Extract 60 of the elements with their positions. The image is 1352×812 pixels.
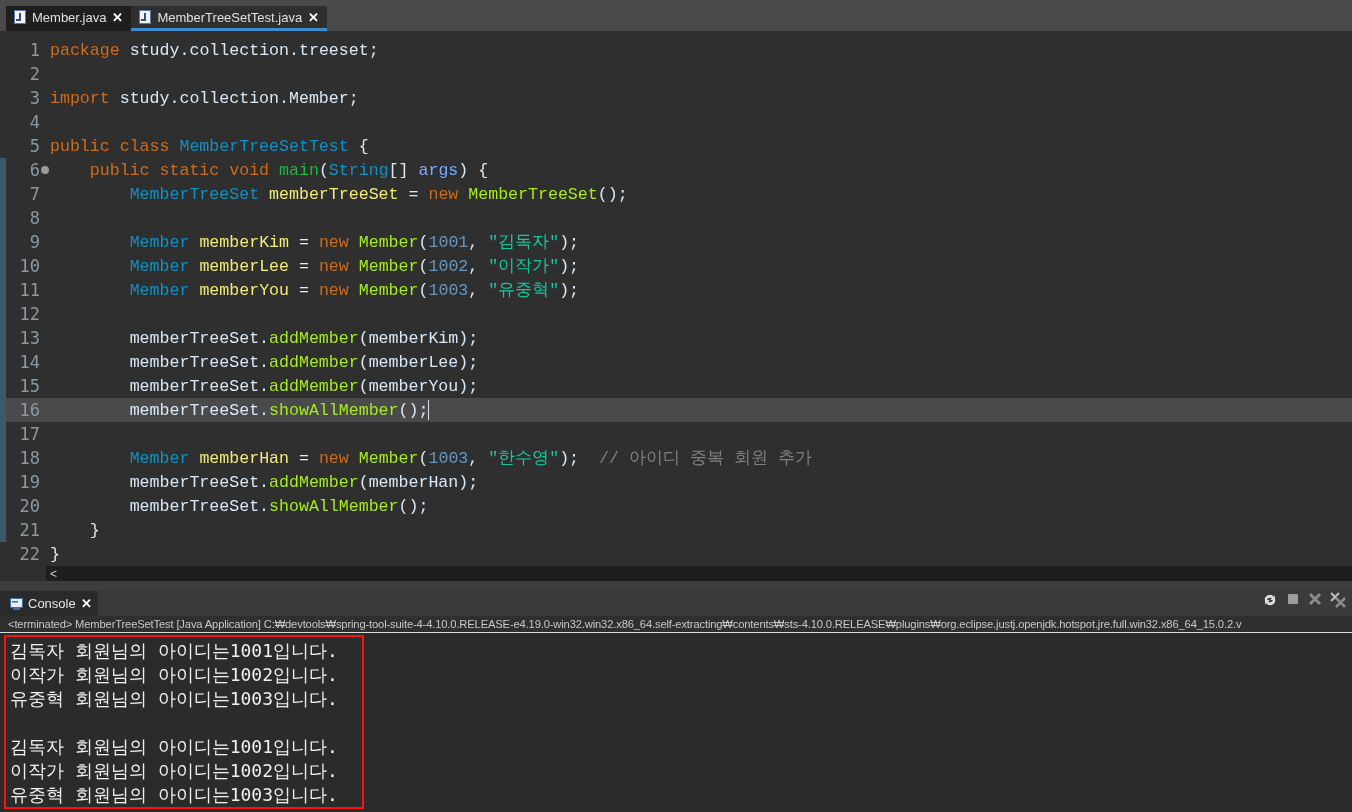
code-line: import study.collection.Member; [50, 88, 359, 108]
line-number: 12 [19, 304, 40, 324]
code-line: memberTreeSet.showAllMember(); [128, 400, 429, 420]
code-line: Member memberKim = new Member(1001, "김독자"); [128, 232, 580, 253]
line-number: 11 [19, 280, 40, 300]
console-icon [10, 597, 23, 610]
line-number: 18 [19, 448, 40, 468]
line-number: 21 [19, 520, 40, 540]
code-line: memberTreeSet.showAllMember(); [128, 496, 429, 516]
console-output-line: 유중혁 회원님의 아이디는1003입니다. [10, 783, 339, 807]
code-line: MemberTreeSet memberTreeSet = new MemberTreeSet(); [128, 184, 628, 204]
close-icon[interactable]: ✕ [112, 9, 124, 25]
line-number: 17 [19, 424, 40, 444]
code-line: memberTreeSet.addMember(memberYou); [128, 376, 479, 396]
line-number: 19 [19, 472, 40, 492]
line-number: 5 [29, 136, 40, 156]
code-line: public static void main(String[] args) { [88, 160, 489, 180]
line-number: 16 [19, 400, 40, 420]
close-icon[interactable]: ✕ [308, 9, 320, 25]
code-line: memberTreeSet.addMember(memberHan); [128, 472, 479, 492]
line-number: 1 [29, 40, 40, 60]
console-output-line: 김독자 회원님의 아이디는1001입니다. [10, 735, 339, 759]
code-line: memberTreeSet.addMember(memberKim); [128, 328, 479, 348]
close-icon[interactable]: ✕ [80, 596, 92, 611]
console-output-line: 유중혁 회원님의 아이디는1003입니다. [10, 687, 339, 711]
remove-all-icon[interactable] [1330, 592, 1346, 608]
console-output-line: 이작가 회원님의 아이디는1002입니다. [10, 663, 339, 687]
java-file-icon [14, 10, 26, 24]
line-number: 14 [19, 352, 40, 372]
stop-icon[interactable] [1286, 592, 1300, 606]
sync-icon[interactable] [1262, 592, 1278, 608]
line-number: 22 [19, 544, 40, 564]
line-number: 8 [29, 208, 40, 228]
line-number: 2 [29, 64, 40, 84]
console-tab[interactable]: Console ✕ [0, 591, 98, 616]
remove-icon[interactable] [1308, 592, 1322, 606]
code-line: Member memberHan = new Member(1003, "한수영"); // 아이디 중복 회원 추가 [128, 448, 812, 469]
code-line: package study.collection.treeset; [50, 40, 379, 60]
line-number: 4 [29, 112, 40, 132]
line-number: 15 [19, 376, 40, 396]
scroll-left-button[interactable]: < [50, 566, 57, 581]
line-number: 13 [19, 328, 40, 348]
line-number: 20 [19, 496, 40, 516]
editor-tab[interactable]: MemberTreeSetTest.java ✕ [131, 6, 328, 31]
collapse-icon[interactable] [41, 166, 49, 174]
line-number: 6 [29, 160, 40, 180]
code-line: public class MemberTreeSetTest { [50, 136, 369, 156]
code-line: } [50, 544, 60, 564]
line-number: 9 [29, 232, 40, 252]
line-number: 10 [19, 256, 40, 276]
code-line: Member memberYou = new Member(1003, "유중혁"); [128, 280, 580, 301]
line-number: 3 [29, 88, 40, 108]
code-line: memberTreeSet.addMember(memberLee); [128, 352, 479, 372]
code-line: } [88, 520, 100, 540]
console-output-line: 이작가 회원님의 아이디는1002입니다. [10, 759, 339, 783]
code-line: Member memberLee = new Member(1002, "이작가"); [128, 256, 580, 277]
text-cursor [428, 400, 430, 420]
java-file-icon [139, 10, 152, 24]
console-output-line: 김독자 회원님의 아이디는1001입니다. [10, 639, 339, 663]
line-number: 7 [29, 184, 40, 204]
